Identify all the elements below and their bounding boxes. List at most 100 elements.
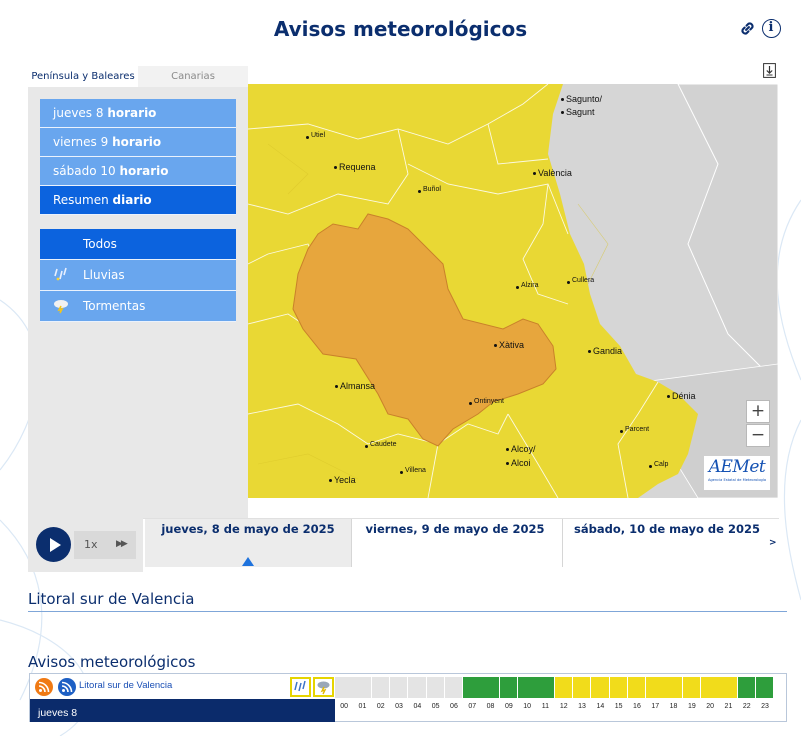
hour-label: 23 (761, 703, 769, 710)
hour-level-cell (591, 677, 609, 698)
rain-warning-icon[interactable] (290, 677, 311, 697)
hour-label: 01 (358, 703, 367, 710)
city-label: Cullera (566, 277, 595, 284)
city-label: Alcoi (506, 458, 531, 468)
hour-level-cell (426, 677, 444, 698)
download-icon[interactable] (763, 63, 776, 78)
warning-map[interactable]: Sagunto/ Sagunt Utiel Requena Buñol Valè… (248, 84, 778, 498)
left-panel: Península y Baleares Canarias jueves 8 h… (28, 66, 248, 518)
day-item-jueves[interactable]: jueves 8 horario (40, 99, 236, 128)
day-item-viernes[interactable]: viernes 9 horario (40, 128, 236, 157)
city-label: Ontinyent (469, 398, 504, 405)
timeline-next-arrow[interactable]: > (769, 538, 777, 548)
hour-label: 21 (724, 703, 733, 710)
feed-icon[interactable] (58, 678, 76, 696)
city-label: Gandia (587, 346, 623, 356)
info-icon[interactable]: i (760, 17, 782, 39)
hour-label: 22 (742, 703, 751, 710)
category-todos[interactable]: Todos (40, 229, 236, 260)
hour-label: 03 (395, 703, 403, 710)
hour-level-cell (701, 677, 719, 698)
hour-label: 18 (669, 703, 678, 710)
hour-label: 20 (706, 703, 715, 710)
hour-level-cell (719, 677, 737, 698)
hour-label: 12 (559, 703, 568, 710)
hour-level-cell (609, 677, 627, 698)
timeline-divider (562, 519, 563, 567)
speed-label: 1x (84, 538, 98, 551)
category-label: Tormentas (83, 299, 146, 313)
hour-label: 10 (523, 703, 532, 710)
day-item-sabado[interactable]: sábado 10 horario (40, 157, 236, 186)
city-label: Utiel (305, 132, 326, 139)
hour-label: 14 (596, 703, 605, 710)
city-label: Alcoy/ (506, 444, 536, 454)
hour-level-cell (499, 677, 518, 698)
hour-level-cell (463, 677, 481, 698)
animation-player: 1x ▶▶ (28, 518, 143, 572)
hour-level-cell (664, 677, 682, 698)
city-label: Caudete (364, 441, 397, 448)
day-item-resumen[interactable]: Resumen diario (40, 186, 236, 215)
hour-level-cell (737, 677, 756, 698)
city-label: Yecla (329, 475, 356, 485)
zoom-out-button[interactable]: − (746, 424, 770, 447)
day-item-prefix: Resumen (53, 193, 109, 207)
timeline-day-viernes[interactable]: viernes, 9 de mayo de 2025 (352, 519, 558, 567)
hour-label: 00 (340, 703, 349, 710)
hour-level-cell (572, 677, 591, 698)
category-tormentas[interactable]: Tormentas (40, 291, 236, 322)
hour-level-cell (536, 677, 554, 698)
city-label: Buñol (418, 186, 441, 193)
zone-link[interactable]: Litoral sur de Valencia (79, 680, 172, 691)
link-icon[interactable] (736, 17, 758, 39)
speed-control[interactable]: 1x ▶▶ (74, 531, 136, 559)
hour-level-cell (335, 677, 353, 698)
hour-label: 15 (614, 703, 623, 710)
play-button[interactable] (36, 527, 71, 562)
city-label: Sagunt (561, 107, 595, 117)
hour-label: 02 (376, 703, 385, 710)
hour-level-cell (755, 677, 774, 698)
zoom-in-button[interactable]: + (746, 400, 770, 423)
hour-label: 11 (541, 703, 550, 710)
city-label: Almansa (334, 381, 376, 391)
city-label: Requena (334, 162, 376, 172)
hour-level-cell (682, 677, 701, 698)
city-label: Alzira (516, 282, 539, 289)
timeline: < jueves, 8 de mayo de 2025 viernes, 9 d… (143, 518, 779, 567)
avisos-title: Avisos meteorológicos (28, 653, 196, 671)
day-item-prefix: sábado 10 (53, 164, 116, 178)
hour-label: 09 (504, 703, 513, 710)
tab-peninsula-baleares[interactable]: Península y Baleares (28, 66, 138, 87)
map-canvas (248, 84, 778, 498)
day-item-prefix: jueves 8 (53, 106, 104, 120)
tab-canarias[interactable]: Canarias (138, 66, 248, 87)
timeline-current-marker (242, 557, 254, 566)
hour-label: 04 (413, 703, 422, 710)
hour-label: 06 (450, 703, 458, 710)
region-tabs: Península y Baleares Canarias (28, 66, 248, 87)
hour-label: 07 (468, 703, 477, 710)
day-item-bold: horario (119, 164, 169, 178)
city-label: Sagunto/ (560, 94, 603, 104)
category-lluvias[interactable]: Lluvias (40, 260, 236, 291)
timeline-day-sabado[interactable]: sábado, 10 de mayo de 2025 (564, 519, 770, 567)
logo-subtext: Agencia Estatal de Meteorología (707, 478, 767, 482)
category-list: Todos Lluvias Tormentas (40, 229, 236, 322)
hour-label: 08 (486, 703, 495, 710)
storm-warning-icon[interactable] (313, 677, 334, 697)
rss-icon[interactable] (35, 678, 53, 696)
hour-label: 19 (687, 703, 696, 710)
hour-label: 05 (431, 703, 440, 710)
city-label: Calp (648, 461, 669, 468)
category-label: Todos (83, 237, 117, 251)
fast-forward-icon[interactable]: ▶▶ (116, 539, 128, 549)
city-label: Parcent (619, 426, 650, 433)
warnings-table: Litoral sur de Valencia jueves 8 00 01 02 0… (29, 673, 787, 722)
aemet-logo[interactable]: AEMet Agencia Estatal de Meteorología (704, 456, 770, 490)
hour-level-cell (389, 677, 408, 698)
hour-label: 13 (578, 703, 586, 710)
hour-label: 16 (633, 703, 641, 710)
city-label: Xàtiva (493, 340, 525, 350)
